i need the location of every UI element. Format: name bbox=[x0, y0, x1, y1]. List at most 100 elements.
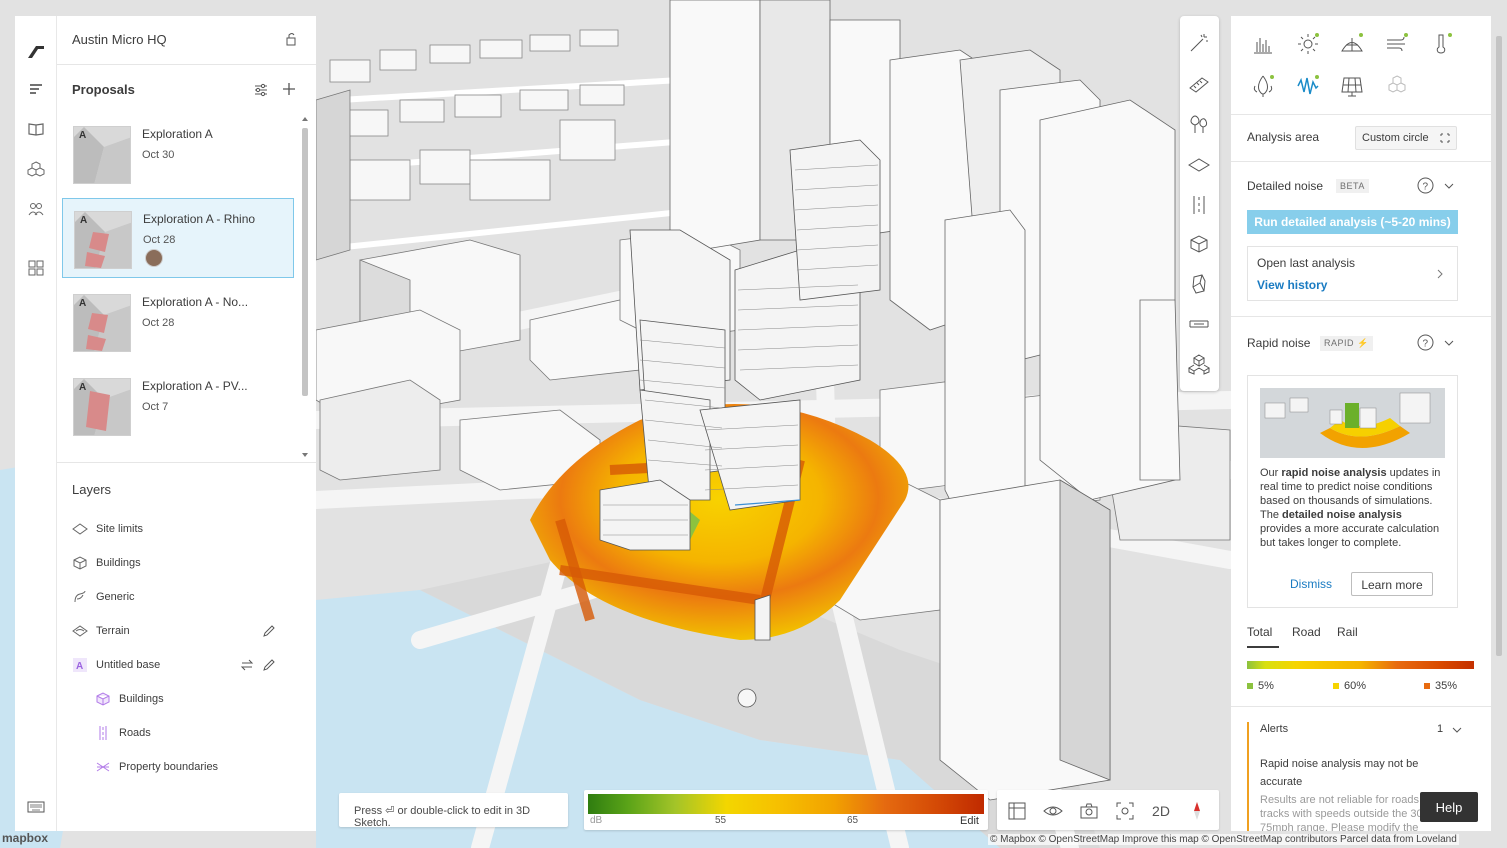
cubes-icon[interactable] bbox=[1385, 74, 1409, 98]
edit-pencil-icon[interactable] bbox=[262, 658, 276, 672]
map-attribution[interactable]: © Mapbox © OpenStreetMap Improve this ma… bbox=[988, 834, 1459, 845]
chevron-right-icon bbox=[1437, 269, 1443, 279]
alerts-count: 1 bbox=[1437, 723, 1444, 735]
proposal-letter: A bbox=[79, 382, 87, 393]
mapbox-logo[interactable]: mapbox bbox=[2, 831, 48, 845]
zoom-to-fit-icon[interactable] bbox=[1114, 800, 1136, 822]
wind-icon[interactable] bbox=[1385, 32, 1409, 56]
dimension-icon[interactable] bbox=[1188, 313, 1210, 335]
tab-rail[interactable]: Rail bbox=[1337, 625, 1358, 639]
shape-icon[interactable] bbox=[1188, 273, 1210, 295]
layer-sub-property-boundaries[interactable]: Property boundaries bbox=[95, 757, 218, 777]
view-history-link[interactable]: View history bbox=[1257, 278, 1327, 292]
legend-label: 35% bbox=[1435, 680, 1458, 692]
sky-dome-icon[interactable] bbox=[1340, 32, 1364, 56]
learn-more-button[interactable]: Learn more bbox=[1351, 572, 1433, 596]
autodesk-logo-icon[interactable] bbox=[15, 32, 57, 72]
scroll-down-icon[interactable] bbox=[299, 450, 311, 460]
layer-site-limits[interactable]: Site limits bbox=[72, 519, 143, 539]
detailed-noise-title: Detailed noise bbox=[1247, 179, 1324, 193]
proposal-item-selected[interactable]: A Exploration A - Rhino Oct 28 bbox=[62, 198, 294, 278]
trees-icon[interactable] bbox=[1188, 113, 1210, 135]
layer-label: Buildings bbox=[119, 693, 164, 705]
noise-wave-icon[interactable] bbox=[1296, 74, 1320, 98]
camera-icon[interactable] bbox=[1078, 800, 1100, 822]
lightning-icon: ⚡ bbox=[1357, 338, 1369, 348]
toggle-2d-button[interactable]: 2D bbox=[1150, 800, 1172, 822]
cube-icon[interactable] bbox=[1188, 233, 1210, 255]
layer-terrain[interactable]: Terrain bbox=[72, 621, 130, 641]
divider bbox=[1231, 706, 1491, 707]
edit-pencil-icon[interactable] bbox=[262, 624, 276, 638]
tab-total[interactable]: Total bbox=[1247, 625, 1272, 639]
proposals-scrollbar[interactable] bbox=[299, 114, 311, 459]
svg-text:?: ? bbox=[1423, 182, 1429, 193]
sun-icon[interactable] bbox=[1296, 32, 1320, 56]
swap-icon[interactable] bbox=[240, 658, 254, 672]
analysis-area-label: Analysis area bbox=[1247, 130, 1320, 144]
chevron-down-icon[interactable] bbox=[1444, 181, 1454, 191]
site-plan-icon[interactable] bbox=[1006, 800, 1028, 822]
layer-label: Property boundaries bbox=[119, 761, 219, 773]
legend-low: 5% bbox=[1247, 680, 1274, 692]
layer-buildings[interactable]: Buildings bbox=[72, 553, 141, 573]
book-icon[interactable] bbox=[15, 109, 57, 149]
proposals-title: Proposals bbox=[72, 82, 135, 97]
ruler-icon[interactable] bbox=[1188, 74, 1210, 96]
proposal-letter: A bbox=[79, 130, 87, 141]
magic-wand-icon[interactable] bbox=[1188, 32, 1210, 54]
proposal-item[interactable]: A Exploration A - No... Oct 28 bbox=[62, 282, 294, 362]
rapid-noise-info-card: Our rapid noise analysis updates in real… bbox=[1247, 375, 1458, 608]
layer-label: Generic bbox=[96, 591, 135, 603]
layer-sub-buildings[interactable]: Buildings bbox=[95, 689, 164, 709]
legend-tick-65: 65 bbox=[847, 815, 859, 826]
divider bbox=[1231, 161, 1491, 162]
divider bbox=[1231, 114, 1491, 115]
bar-chart-icon[interactable] bbox=[1251, 32, 1275, 56]
proposal-item[interactable]: A Exploration A - PV... Oct 7 bbox=[62, 366, 294, 446]
chevron-down-icon[interactable] bbox=[1452, 725, 1462, 735]
legend-edit-link[interactable]: Edit bbox=[960, 815, 979, 827]
terrain-icon bbox=[72, 625, 88, 637]
microclimate-icon[interactable] bbox=[1251, 74, 1275, 98]
road-icon[interactable] bbox=[1188, 194, 1210, 216]
filter-sliders-icon[interactable] bbox=[253, 82, 269, 98]
compass-icon[interactable] bbox=[1186, 800, 1208, 822]
people-icon[interactable] bbox=[15, 189, 57, 229]
plane-icon[interactable] bbox=[1188, 154, 1210, 176]
analysis-area-select[interactable]: Custom circle bbox=[1355, 126, 1457, 150]
help-circle-icon[interactable]: ? bbox=[1417, 177, 1434, 194]
proposal-thumbnail: A bbox=[73, 378, 131, 436]
proposal-letter: A bbox=[79, 298, 87, 309]
menu-icon[interactable] bbox=[15, 69, 57, 109]
layer-untitled-base[interactable]: A Untitled base bbox=[72, 655, 160, 675]
help-button[interactable]: Help bbox=[1420, 792, 1478, 822]
last-analysis-card[interactable]: Open last analysis View history bbox=[1247, 246, 1458, 301]
analysis-panel-scrollbar[interactable] bbox=[1493, 16, 1505, 831]
layer-sub-roads[interactable]: Roads bbox=[95, 723, 151, 743]
layer-generic[interactable]: Generic bbox=[72, 587, 135, 607]
rapid-badge-label: RAPID bbox=[1324, 338, 1355, 348]
keyboard-icon[interactable] bbox=[27, 800, 45, 814]
scrollbar-thumb[interactable] bbox=[1496, 36, 1502, 656]
grid-icon[interactable] bbox=[15, 248, 57, 288]
blocks-icon[interactable] bbox=[1188, 353, 1210, 375]
eye-icon[interactable] bbox=[1042, 800, 1064, 822]
tab-road[interactable]: Road bbox=[1292, 625, 1321, 639]
dismiss-button[interactable]: Dismiss bbox=[1278, 572, 1344, 596]
project-title: Austin Micro HQ bbox=[72, 32, 167, 47]
description-bold: detailed noise analysis bbox=[1282, 509, 1402, 521]
proposal-item[interactable]: A Exploration A Oct 30 bbox=[62, 114, 294, 194]
cubes-icon[interactable] bbox=[15, 149, 57, 189]
unlock-icon[interactable] bbox=[284, 32, 298, 46]
divider bbox=[57, 64, 316, 65]
add-proposal-icon[interactable] bbox=[281, 81, 297, 97]
chevron-down-icon[interactable] bbox=[1444, 338, 1454, 348]
solar-panel-icon[interactable] bbox=[1340, 74, 1364, 98]
help-circle-icon[interactable]: ? bbox=[1417, 334, 1434, 351]
scrollbar-thumb[interactable] bbox=[302, 128, 308, 396]
scroll-up-icon[interactable] bbox=[299, 114, 311, 124]
thermometer-icon[interactable] bbox=[1429, 32, 1453, 56]
proposal-letter: A bbox=[80, 215, 88, 226]
run-detailed-analysis-button[interactable]: Run detailed analysis (~5-20 mins) bbox=[1247, 210, 1458, 234]
